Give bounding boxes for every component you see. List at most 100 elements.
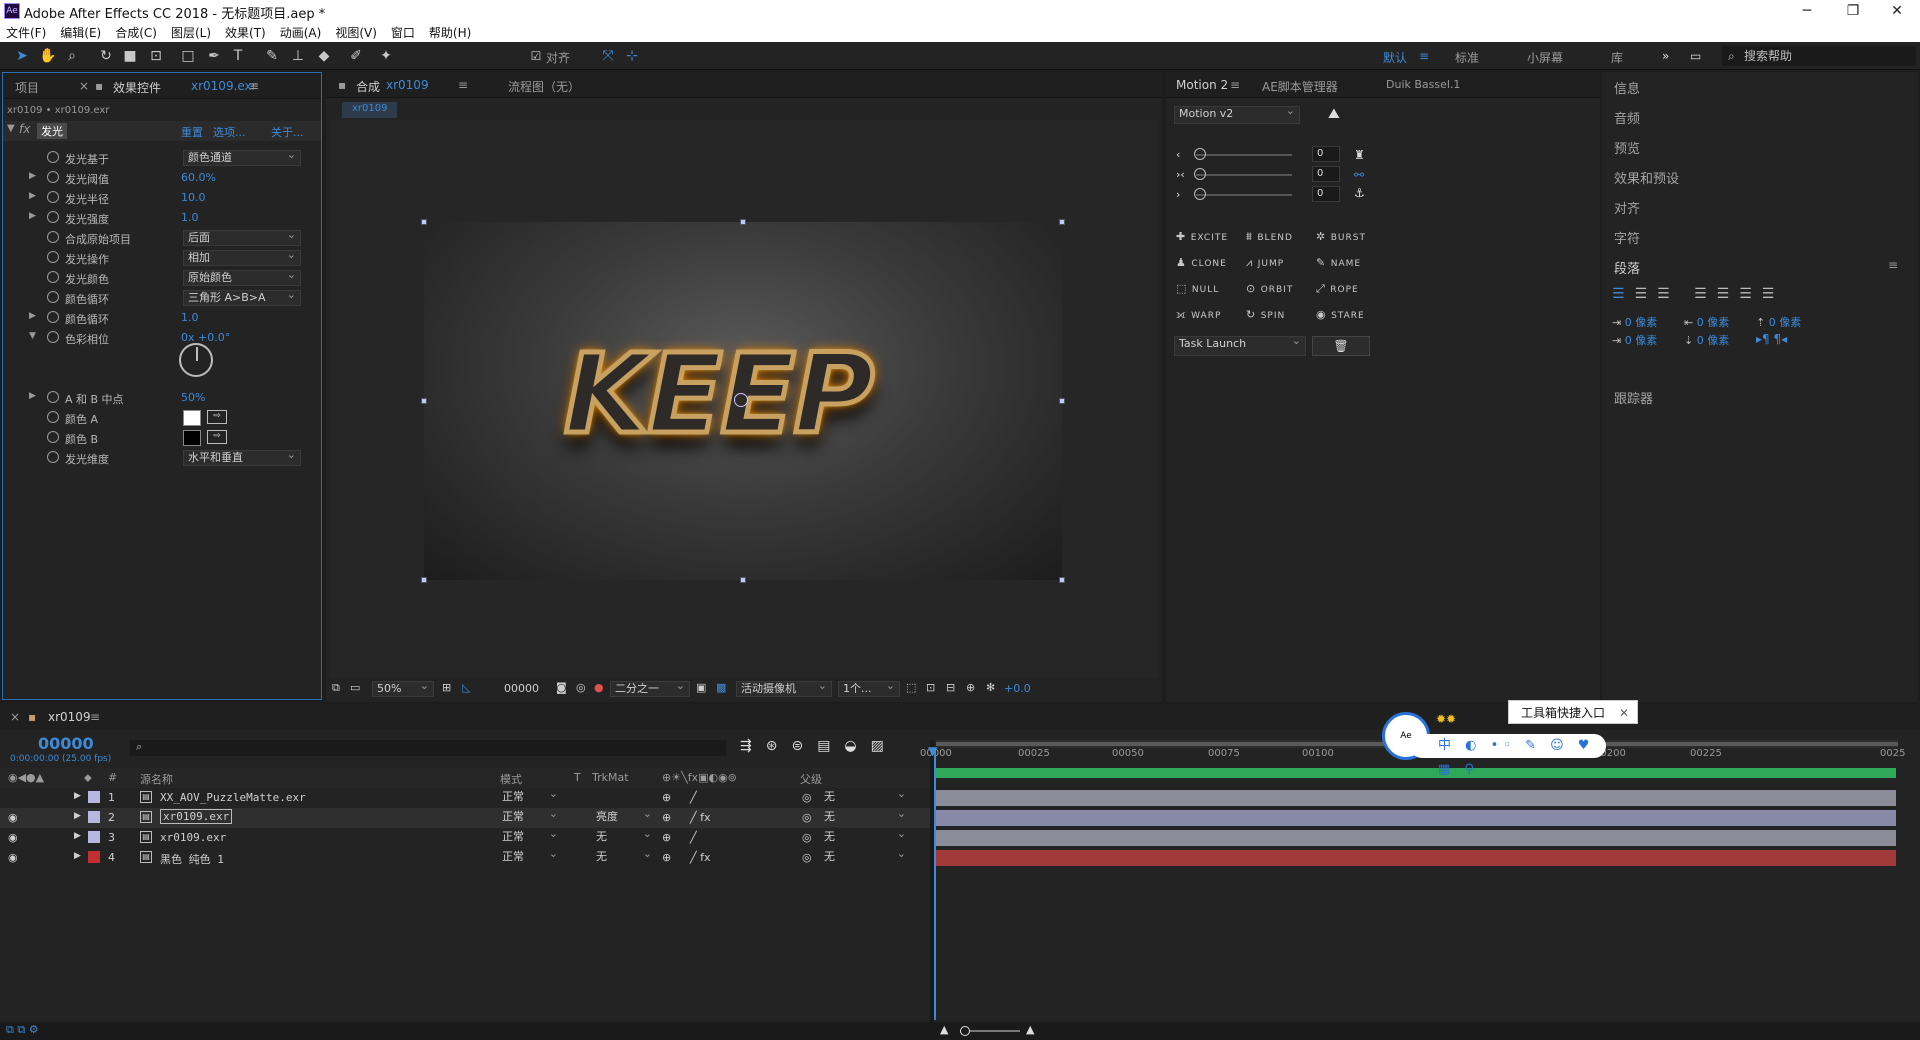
slider-knob[interactable] [1194, 148, 1206, 160]
layer-row[interactable]: ◉ ▶ 3 ▤ xr0109.exr 正常 无 ⊕ ╱ ◎ 无 [0, 827, 930, 848]
close-tab-icon[interactable]: × [79, 79, 89, 93]
stopwatch-icon[interactable] [47, 151, 59, 163]
effect-property-dropdown[interactable]: 水平和垂直 [183, 448, 301, 466]
effect-property-dropdown[interactable]: 原始颜色 [183, 268, 301, 286]
label-color-swatch[interactable] [88, 811, 100, 823]
panel-menu-icon[interactable]: ≡ [249, 79, 259, 93]
indent-left-icon[interactable]: ⇥ 0 像素 [1612, 314, 1657, 330]
motion-preset-dropdown[interactable]: Motion v2 [1174, 104, 1300, 124]
tab-project[interactable]: 项目 [15, 79, 39, 96]
stopwatch-icon[interactable] [47, 291, 59, 303]
layer-duration-bar[interactable] [936, 790, 1896, 806]
selection-tool-icon[interactable]: ➤ [12, 46, 32, 66]
tab-flowchart[interactable]: 流程图（无） [508, 78, 580, 95]
frame-handle[interactable] [421, 398, 427, 404]
link-icon[interactable]: ⚯ [1354, 168, 1364, 182]
eraser-tool-icon[interactable]: ◆ [314, 46, 334, 66]
expand-triangle-icon[interactable]: ▶ [74, 851, 81, 861]
shy-icon[interactable]: ⊕ [662, 791, 671, 804]
panel-paragraph[interactable]: 段落 [1614, 258, 1640, 277]
snap-target-icon[interactable]: ⊹ [622, 46, 642, 66]
trkmat-dropdown[interactable]: 亮度 [592, 807, 656, 826]
task-launch-dropdown[interactable]: Task Launch [1174, 334, 1306, 356]
workspace-layout-icon[interactable]: ▭ [1690, 49, 1701, 63]
color-swatch[interactable] [183, 430, 201, 446]
blend-mode-dropdown[interactable]: 正常 [498, 807, 562, 826]
pin-icon[interactable]: ♜ [1354, 148, 1365, 162]
pan-behind-tool-icon[interactable]: ⊡ [146, 46, 166, 66]
zoom-slider[interactable] [960, 1026, 1020, 1036]
quality-icon[interactable]: ╱ fx [690, 851, 711, 864]
direction-icon[interactable]: ▸¶ ¶◂ [1756, 332, 1787, 346]
region-of-interest-icon[interactable]: ▣ [696, 681, 706, 694]
mask-visibility-icon[interactable]: ◺ [462, 681, 470, 694]
timeline-icon[interactable]: ⊟ [946, 681, 955, 694]
layer-name[interactable]: XX_AOV_PuzzleMatte.exr [160, 791, 306, 804]
parent-pickwhip-icon[interactable]: ◎ [802, 811, 812, 824]
menu-edit[interactable]: 编辑(E) [60, 24, 101, 41]
stopwatch-icon[interactable] [47, 231, 59, 243]
trkmat-dropdown[interactable]: 无 [592, 827, 656, 846]
expand-triangle-icon[interactable]: ▶ [29, 211, 36, 221]
blend-mode-dropdown[interactable]: 正常 [498, 787, 562, 806]
quality-icon[interactable]: ╱ fx [690, 811, 711, 824]
panel-align[interactable]: 对齐 [1614, 198, 1640, 217]
slider-knob[interactable] [1194, 168, 1206, 180]
quality-icon[interactable]: ╱ [690, 831, 697, 844]
stopwatch-icon[interactable] [47, 431, 59, 443]
effect-property-value[interactable]: 10.0 [181, 191, 206, 204]
layer-name[interactable]: 黑色 纯色 1 [160, 851, 224, 867]
tab-motion-2[interactable]: Motion 2 [1176, 78, 1228, 92]
tab-duik-bassel[interactable]: Duik Bassel.1 [1386, 78, 1460, 91]
timeline-switches-icon[interactable]: ⇶⊛⊜▤◒▨ [740, 738, 898, 754]
fit-icon[interactable]: ⊞ [442, 681, 451, 694]
toolbox-shortcut-popup[interactable]: 工具箱快捷入口 ✕ [1508, 700, 1638, 724]
close-icon[interactable]: ✕ [1619, 701, 1629, 725]
clone-stamp-tool-icon[interactable]: ⊥ [288, 46, 308, 66]
tab-composition[interactable]: 合成 [356, 78, 380, 95]
workspace-standard[interactable]: 标准 [1455, 49, 1479, 66]
menu-animation[interactable]: 动画(A) [280, 24, 322, 41]
snapshot-icon[interactable]: ◙ [556, 681, 567, 694]
hand-tool-icon[interactable]: ✋ [38, 46, 58, 66]
expand-triangle-icon[interactable]: ▶ [74, 811, 81, 821]
workspace-library[interactable]: 库 [1611, 49, 1623, 66]
slider-value[interactable]: 0 [1312, 166, 1340, 182]
trkmat-dropdown[interactable]: 无 [592, 847, 656, 866]
expand-triangle-icon[interactable]: ▶ [74, 831, 81, 841]
about-link[interactable]: 关于... [271, 124, 304, 140]
stopwatch-icon[interactable] [47, 331, 59, 343]
viewer-tab[interactable]: xr0109 [342, 102, 398, 118]
indent-right-icon[interactable]: ⇤ 0 像素 [1684, 314, 1729, 330]
label-color-swatch[interactable] [88, 831, 100, 843]
stopwatch-icon[interactable] [47, 311, 59, 323]
channel-icon[interactable]: ● [594, 681, 604, 694]
lock-icon[interactable]: ▪ [338, 78, 346, 92]
stopwatch-icon[interactable] [47, 391, 59, 403]
mountain-graph-icon[interactable]: ⛰ [1328, 106, 1340, 122]
space-before-value[interactable]: 0 像素 [1769, 316, 1802, 329]
motion-button-warp[interactable]: ⟗ WARP [1176, 308, 1221, 322]
camera-dropdown[interactable]: 活动摄像机 [736, 679, 832, 697]
parent-dropdown[interactable]: 无 [820, 827, 910, 846]
layer-row[interactable]: ◉ ▶ 2 ▤ xr0109.exr 正常 亮度 ⊕ ╱ fx ◎ 无 [0, 807, 930, 828]
color-swatch[interactable] [183, 410, 201, 426]
shy-icon[interactable]: ⊕ [662, 811, 671, 824]
label-color-swatch[interactable] [88, 791, 100, 803]
frame-handle[interactable] [1059, 398, 1065, 404]
layer-search-input[interactable]: ⌕ [130, 740, 726, 756]
indent-left-value[interactable]: 0 像素 [1625, 316, 1658, 329]
anchor-icon[interactable]: ⚓ [1354, 186, 1365, 200]
parent-header[interactable]: 父级 [800, 771, 822, 787]
parent-dropdown[interactable]: 无 [820, 807, 910, 826]
panel-tracker[interactable]: 跟踪器 [1614, 388, 1653, 407]
align-checkbox-icon[interactable]: ☑ [526, 46, 546, 66]
first-line-indent-value[interactable]: 0 像素 [1625, 334, 1658, 347]
blend-mode-dropdown[interactable]: 正常 [498, 827, 562, 846]
menu-file[interactable]: 文件(F) [6, 24, 46, 41]
panel-menu-icon[interactable]: ≡ [1230, 78, 1240, 92]
blend-mode-dropdown[interactable]: 正常 [498, 847, 562, 866]
trash-icon[interactable]: 🗑 [1312, 336, 1370, 356]
eye-icon[interactable]: ◉ [8, 811, 18, 824]
expand-triangle-icon[interactable]: ▶ [29, 311, 36, 321]
